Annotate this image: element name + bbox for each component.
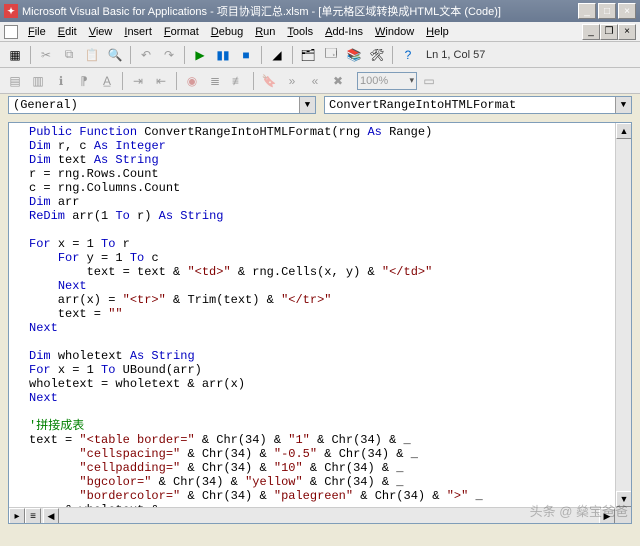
title-bar: ✦ Microsoft Visual Basic for Application… — [0, 0, 640, 22]
menu-bar: FileEditViewInsertFormatDebugRunToolsAdd… — [0, 22, 640, 42]
vba-app-icon: ✦ — [4, 4, 18, 18]
project-explorer-icon[interactable]: 🗂 — [297, 44, 319, 66]
comment-block-icon[interactable]: ≣ — [204, 70, 226, 92]
quick-info-icon[interactable]: ℹ — [50, 70, 72, 92]
code-selectors: (General) ▼ ConvertRangeIntoHTMLFormat ▼ — [0, 94, 640, 116]
standard-toolbar: ▦ ✂ ⧉ 📋 🔍 ↶ ↷ ▶ ▮▮ ■ ◢ 🗂 🗔 📚 🛠 ? Ln 1, C… — [0, 42, 640, 68]
menu-file[interactable]: File — [22, 24, 52, 40]
scrollbar-corner — [615, 507, 631, 523]
menu-add-ins[interactable]: Add-Ins — [319, 24, 369, 40]
maximize-button[interactable]: □ — [598, 3, 616, 19]
procedure-view-icon[interactable]: ▸ — [9, 508, 25, 524]
outdent-icon[interactable]: ⇤ — [150, 70, 172, 92]
mdi-restore-button[interactable]: ❐ — [600, 24, 618, 40]
object-dropdown-value: (General) — [13, 98, 78, 112]
window-title: Microsoft Visual Basic for Applications … — [22, 3, 578, 19]
toggle-view-icon[interactable]: ▭ — [418, 70, 440, 92]
horizontal-scrollbar[interactable]: ▸ ≡ ◀ ▶ — [9, 507, 615, 523]
object-browser-icon[interactable]: 📚 — [343, 44, 365, 66]
next-bookmark-icon[interactable]: » — [281, 70, 303, 92]
menu-help[interactable]: Help — [420, 24, 455, 40]
vertical-scrollbar[interactable]: ▲ ▼ — [615, 123, 631, 507]
close-button[interactable]: × — [618, 3, 636, 19]
paste-icon[interactable]: 📋 — [81, 44, 103, 66]
parameter-info-icon[interactable]: ⁋ — [73, 70, 95, 92]
undo-icon[interactable]: ↶ — [135, 44, 157, 66]
prev-bookmark-icon[interactable]: « — [304, 70, 326, 92]
mdi-minimize-button[interactable]: _ — [582, 24, 600, 40]
chevron-down-icon: ▼ — [615, 97, 631, 113]
scroll-left-icon[interactable]: ◀ — [43, 508, 59, 524]
full-module-view-icon[interactable]: ≡ — [25, 508, 41, 524]
complete-word-icon[interactable]: A̲ — [96, 70, 118, 92]
indent-icon[interactable]: ⇥ — [127, 70, 149, 92]
minimize-button[interactable]: _ — [578, 3, 596, 19]
menu-tools[interactable]: Tools — [281, 24, 319, 40]
help-icon[interactable]: ? — [397, 44, 419, 66]
procedure-dropdown-value: ConvertRangeIntoHTMLFormat — [329, 98, 516, 112]
cut-icon[interactable]: ✂ — [35, 44, 57, 66]
list-constants-icon[interactable]: ▥ — [27, 70, 49, 92]
list-properties-icon[interactable]: ▤ — [4, 70, 26, 92]
reset-icon[interactable]: ■ — [235, 44, 257, 66]
mdi-close-button[interactable]: × — [618, 24, 636, 40]
copy-icon[interactable]: ⧉ — [58, 44, 80, 66]
uncomment-block-icon[interactable]: ≢ — [227, 70, 249, 92]
bookmark-icon[interactable]: 🔖 — [258, 70, 280, 92]
properties-icon[interactable]: 🗔 — [320, 44, 342, 66]
break-icon[interactable]: ▮▮ — [212, 44, 234, 66]
zoom-combo[interactable]: 100% — [357, 72, 417, 90]
code-pane: Public Function ConvertRangeIntoHTMLForm… — [8, 122, 632, 524]
window-controls: _ □ × — [578, 3, 636, 19]
object-dropdown[interactable]: (General) ▼ — [8, 96, 316, 114]
run-icon[interactable]: ▶ — [189, 44, 211, 66]
mdi-doc-icon[interactable] — [4, 25, 18, 39]
menu-edit[interactable]: Edit — [52, 24, 83, 40]
view-excel-icon[interactable]: ▦ — [4, 44, 26, 66]
breakpoint-icon[interactable]: ◉ — [181, 70, 203, 92]
scroll-right-icon[interactable]: ▶ — [599, 508, 615, 524]
chevron-down-icon: ▼ — [299, 97, 315, 113]
clear-bookmarks-icon[interactable]: ✖ — [327, 70, 349, 92]
scroll-down-icon[interactable]: ▼ — [616, 491, 632, 507]
menu-window[interactable]: Window — [369, 24, 420, 40]
menu-view[interactable]: View — [83, 24, 119, 40]
cursor-position: Ln 1, Col 57 — [426, 49, 485, 61]
design-mode-icon[interactable]: ◢ — [266, 44, 288, 66]
edit-toolbar: ▤ ▥ ℹ ⁋ A̲ ⇥ ⇤ ◉ ≣ ≢ 🔖 » « ✖ 100% ▭ — [0, 68, 640, 94]
find-icon[interactable]: 🔍 — [104, 44, 126, 66]
scroll-up-icon[interactable]: ▲ — [616, 123, 632, 139]
menu-debug[interactable]: Debug — [205, 24, 249, 40]
code-editor[interactable]: Public Function ConvertRangeIntoHTMLForm… — [9, 123, 631, 523]
menu-format[interactable]: Format — [158, 24, 205, 40]
toolbox-icon[interactable]: 🛠 — [366, 44, 388, 66]
redo-icon[interactable]: ↷ — [158, 44, 180, 66]
procedure-dropdown[interactable]: ConvertRangeIntoHTMLFormat ▼ — [324, 96, 632, 114]
menu-run[interactable]: Run — [249, 24, 281, 40]
menu-insert[interactable]: Insert — [118, 24, 158, 40]
